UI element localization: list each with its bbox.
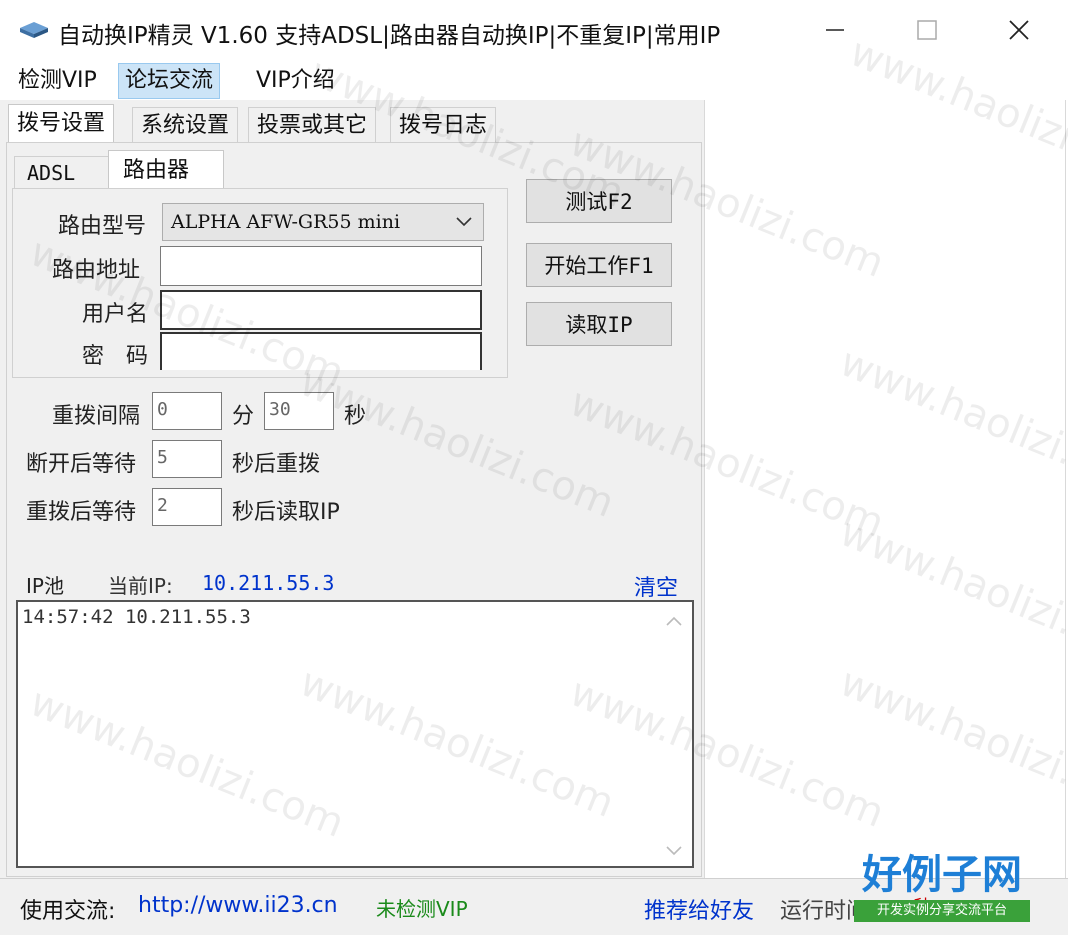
minutes-unit: 分 [232, 404, 255, 429]
redial-wait-label: 重拨后等待 [26, 500, 137, 525]
disconnect-wait-label: 断开后等待 [26, 452, 137, 477]
current-ip-label: 当前IP: [108, 574, 173, 598]
minimize-button[interactable] [812, 10, 858, 50]
password-label: 密 码 [82, 344, 149, 369]
tab-system-settings[interactable]: 系统设置 [132, 107, 239, 144]
router-model-label: 路由型号 [58, 214, 147, 239]
menu-vip-intro[interactable]: VIP介绍 [250, 64, 341, 98]
username-label: 用户名 [82, 302, 149, 327]
menu-bar [0, 62, 700, 100]
vip-status: 未检测VIP [376, 897, 468, 921]
current-ip-value: 10.211.55.3 [202, 571, 335, 595]
tab-dial-settings[interactable]: 拨号设置 [8, 104, 115, 145]
clear-link[interactable]: 清空 [634, 570, 678, 602]
minimize-icon [826, 29, 844, 31]
redial-minutes-input[interactable]: 0 [152, 392, 222, 430]
menu-forum[interactable]: 论坛交流 [118, 63, 221, 99]
ip-log-textarea[interactable]: 14:57:42 10.211.55.3 [16, 600, 694, 868]
subtab-router[interactable]: 路由器 [108, 150, 224, 191]
title-bar[interactable]: 自动换IP精灵 V1.60 支持ADSL|路由器自动换IP|不重复IP|常用IP [0, 0, 1068, 62]
ip-pool-label: IP池 [26, 574, 64, 598]
right-pane [704, 100, 1066, 878]
haolizi-logo: 好例子网 开发实例分享交流平台 [852, 852, 1032, 924]
disconnect-wait-input[interactable]: 5 [152, 440, 222, 478]
contact-label: 使用交流: [20, 899, 116, 924]
read-ip-button[interactable]: 读取IP [526, 302, 672, 346]
start-work-button[interactable]: 开始工作F1 [526, 243, 672, 287]
tab-vote-other[interactable]: 投票或其它 [248, 107, 377, 144]
router-model-select[interactable]: ALPHA AFW-GR55 mini [162, 203, 484, 241]
disconnect-wait-unit: 秒后重拨 [232, 452, 321, 477]
password-input[interactable] [160, 332, 482, 370]
website-link[interactable]: http://www.ii23.cn [138, 893, 338, 918]
log-scrollbar[interactable] [660, 606, 688, 860]
redial-wait-unit: 秒后读取IP [232, 500, 340, 525]
maximize-button[interactable] [904, 10, 950, 50]
maximize-icon [917, 20, 937, 40]
logo-title: 好例子网 [862, 851, 1022, 898]
tab-dial-log[interactable]: 拨号日志 [390, 107, 497, 144]
recommend-link[interactable]: 推荐给好友 [644, 893, 754, 925]
app-icon [20, 22, 48, 38]
subtab-adsl[interactable]: ADSL [14, 156, 118, 189]
scroll-down-icon[interactable] [666, 846, 682, 856]
router-model-value: ALPHA AFW-GR55 mini [171, 211, 401, 233]
close-button[interactable] [996, 10, 1042, 50]
scroll-up-icon[interactable] [666, 616, 682, 626]
logo-subtitle: 开发实例分享交流平台 [854, 900, 1030, 922]
router-address-input[interactable] [160, 246, 482, 286]
log-entry: 14:57:42 10.211.55.3 [22, 606, 251, 628]
router-address-label: 路由地址 [52, 258, 141, 283]
seconds-unit: 秒 [344, 404, 367, 429]
chevron-down-icon [456, 217, 472, 227]
close-icon [1009, 20, 1029, 40]
username-input[interactable] [160, 290, 482, 330]
menu-check-vip[interactable]: 检测VIP [12, 64, 103, 98]
redial-seconds-input[interactable]: 30 [264, 392, 334, 430]
redial-interval-label: 重拨间隔 [52, 404, 141, 429]
window-title: 自动换IP精灵 V1.60 支持ADSL|路由器自动换IP|不重复IP|常用IP [58, 23, 721, 49]
test-button[interactable]: 测试F2 [526, 179, 672, 223]
redial-wait-input[interactable]: 2 [152, 488, 222, 526]
